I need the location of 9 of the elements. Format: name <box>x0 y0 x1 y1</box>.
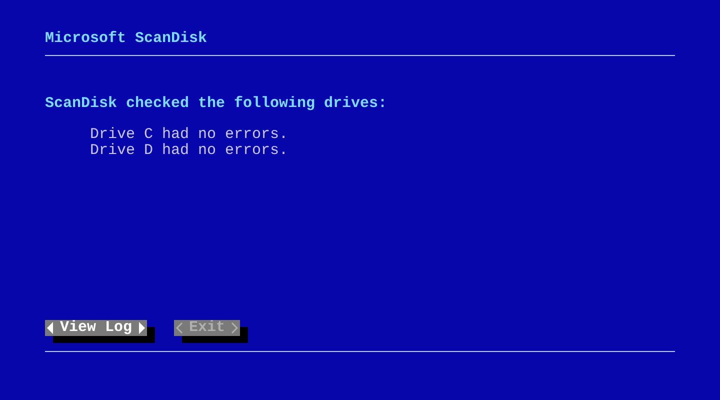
window-title: Microsoft ScanDisk <box>45 31 208 47</box>
chevron-icon <box>176 322 184 334</box>
chevron-icon <box>231 322 238 334</box>
result-line: Drive C had no errors. <box>90 127 288 143</box>
message-text: ScanDisk checked the following drives: <box>45 96 388 112</box>
result-line: Drive D had no errors. <box>90 143 288 159</box>
triangle-icon <box>47 322 54 334</box>
triangle-icon <box>138 322 146 334</box>
dialog-button[interactable]: View Log <box>45 320 148 336</box>
